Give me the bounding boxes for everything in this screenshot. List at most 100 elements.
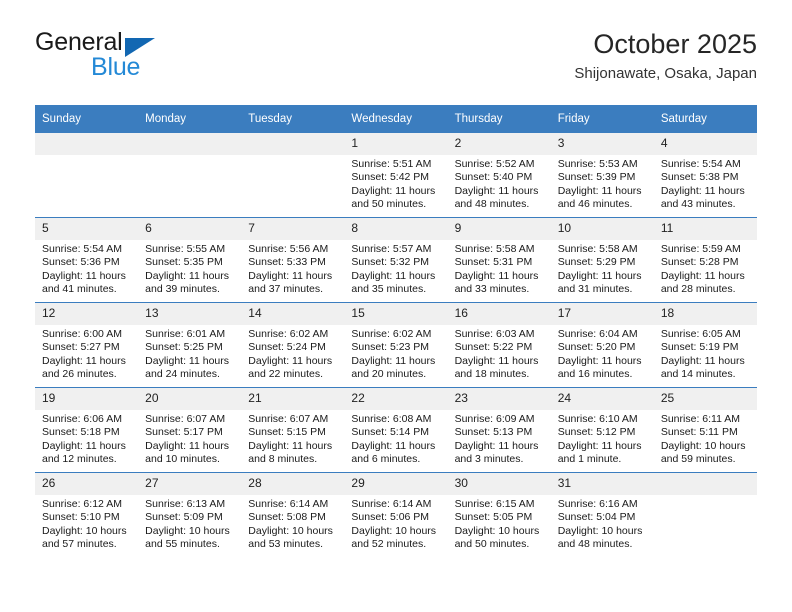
calendar-day-cell[interactable]: 21 Sunrise: 6:07 AM Sunset: 5:15 PM Dayl… [241, 387, 345, 473]
day-details: Sunrise: 6:02 AM Sunset: 5:24 PM Dayligh… [241, 325, 344, 382]
sunrise-text: Sunrise: 6:02 AM [351, 328, 432, 340]
sunrise-text: Sunrise: 5:53 AM [557, 158, 638, 170]
sunset-text: Sunset: 5:36 PM [42, 256, 120, 269]
day-details: Sunrise: 6:04 AM Sunset: 5:20 PM Dayligh… [551, 325, 654, 382]
calendar-day-cell[interactable]: 31 Sunrise: 6:16 AM Sunset: 5:04 PM Dayl… [550, 472, 654, 557]
sunrise-text: Sunrise: 6:01 AM [145, 328, 226, 340]
weekday-header-tuesday: Tuesday [241, 105, 345, 133]
daylight-text: Daylight: 11 hours and 16 minutes. [557, 354, 642, 381]
sunset-text: Sunset: 5:23 PM [351, 341, 430, 354]
calendar-day-cell[interactable]: 9 Sunrise: 5:58 AM Sunset: 5:31 PM Dayli… [447, 217, 551, 303]
calendar-day-cell[interactable]: 6 Sunrise: 5:55 AM Sunset: 5:35 PM Dayli… [138, 217, 242, 303]
day-number: 2 [447, 133, 551, 155]
sunrise-text: Sunrise: 6:06 AM [42, 413, 122, 425]
day-number: 22 [344, 388, 448, 410]
sunrise-text: Sunrise: 6:03 AM [454, 328, 535, 340]
daylight-text: Daylight: 11 hours and 24 minutes. [145, 354, 229, 381]
day-number: 20 [138, 388, 242, 410]
calendar-day-cell[interactable]: 19 Sunrise: 6:06 AM Sunset: 5:18 PM Dayl… [35, 387, 139, 473]
calendar-day-cell[interactable]: 15 Sunrise: 6:02 AM Sunset: 5:23 PM Dayl… [344, 302, 448, 388]
page-title: October 2025 [593, 29, 757, 59]
calendar-day-cell[interactable]: 5 Sunrise: 5:54 AM Sunset: 5:36 PM Dayli… [35, 217, 139, 303]
calendar-day-cell[interactable]: 25 Sunrise: 6:11 AM Sunset: 5:11 PM Dayl… [653, 387, 757, 473]
calendar-day-cell[interactable]: 18 Sunrise: 6:05 AM Sunset: 5:19 PM Dayl… [653, 302, 757, 388]
calendar-day-cell[interactable]: 28 Sunrise: 6:14 AM Sunset: 5:08 PM Dayl… [241, 472, 345, 557]
day-details: Sunrise: 6:15 AM Sunset: 5:05 PM Dayligh… [448, 495, 551, 552]
day-details: Sunrise: 6:11 AM Sunset: 5:11 PM Dayligh… [654, 410, 757, 467]
calendar-header-row: Sunday Monday Tuesday Wednesday Thursday… [35, 105, 757, 133]
sunset-text: Sunset: 5:06 PM [351, 511, 430, 524]
day-number: 24 [550, 388, 654, 410]
calendar-day-cell[interactable]: 11 Sunrise: 5:59 AM Sunset: 5:28 PM Dayl… [653, 217, 757, 303]
daylight-text: Daylight: 10 hours and 48 minutes. [557, 524, 643, 551]
day-details: Sunrise: 6:10 AM Sunset: 5:12 PM Dayligh… [551, 410, 654, 467]
calendar-day-cell[interactable] [138, 133, 242, 218]
calendar-day-cell[interactable] [35, 133, 139, 218]
calendar-day-cell[interactable]: 7 Sunrise: 5:56 AM Sunset: 5:33 PM Dayli… [241, 217, 345, 303]
day-details: Sunrise: 6:09 AM Sunset: 5:13 PM Dayligh… [448, 410, 551, 467]
sunrise-text: Sunrise: 6:14 AM [351, 498, 432, 510]
daylight-text: Daylight: 10 hours and 52 minutes. [351, 524, 437, 551]
sunrise-text: Sunrise: 5:56 AM [248, 243, 329, 255]
sunset-text: Sunset: 5:35 PM [145, 256, 223, 269]
calendar-day-cell[interactable]: 30 Sunrise: 6:15 AM Sunset: 5:05 PM Dayl… [447, 472, 551, 557]
calendar-day-cell[interactable]: 2 Sunrise: 5:52 AM Sunset: 5:40 PM Dayli… [447, 133, 551, 218]
day-number: 27 [138, 473, 242, 495]
sunset-text: Sunset: 5:17 PM [145, 426, 223, 439]
calendar-day-cell[interactable]: 1 Sunrise: 5:51 AM Sunset: 5:42 PM Dayli… [344, 133, 448, 218]
calendar-day-cell[interactable]: 16 Sunrise: 6:03 AM Sunset: 5:22 PM Dayl… [447, 302, 551, 388]
calendar-day-cell[interactable]: 23 Sunrise: 6:09 AM Sunset: 5:13 PM Dayl… [447, 387, 551, 473]
day-details: Sunrise: 6:14 AM Sunset: 5:08 PM Dayligh… [241, 495, 344, 552]
sunrise-text: Sunrise: 6:12 AM [42, 498, 122, 510]
day-number: 3 [550, 133, 654, 155]
calendar-day-cell[interactable]: 4 Sunrise: 5:54 AM Sunset: 5:38 PM Dayli… [653, 133, 757, 218]
day-details: Sunrise: 5:51 AM Sunset: 5:42 PM Dayligh… [344, 155, 447, 212]
sunset-text: Sunset: 5:42 PM [351, 171, 430, 184]
calendar-day-cell[interactable]: 29 Sunrise: 6:14 AM Sunset: 5:06 PM Dayl… [344, 472, 448, 557]
calendar-day-cell[interactable]: 3 Sunrise: 5:53 AM Sunset: 5:39 PM Dayli… [550, 133, 654, 218]
calendar-week-row: 12 Sunrise: 6:00 AM Sunset: 5:27 PM Dayl… [35, 302, 757, 388]
day-details [138, 155, 241, 158]
calendar-day-cell[interactable]: 10 Sunrise: 5:58 AM Sunset: 5:29 PM Dayl… [550, 217, 654, 303]
day-details: Sunrise: 5:58 AM Sunset: 5:29 PM Dayligh… [551, 240, 654, 297]
sunrise-text: Sunrise: 5:54 AM [660, 158, 741, 170]
day-details: Sunrise: 6:05 AM Sunset: 5:19 PM Dayligh… [654, 325, 757, 382]
day-details: Sunrise: 6:12 AM Sunset: 5:10 PM Dayligh… [35, 495, 138, 552]
calendar-day-cell[interactable]: 8 Sunrise: 5:57 AM Sunset: 5:32 PM Dayli… [344, 217, 448, 303]
calendar-day-cell[interactable]: 20 Sunrise: 6:07 AM Sunset: 5:17 PM Dayl… [138, 387, 242, 473]
calendar-day-cell[interactable]: 17 Sunrise: 6:04 AM Sunset: 5:20 PM Dayl… [550, 302, 654, 388]
sunrise-text: Sunrise: 5:55 AM [145, 243, 226, 255]
calendar-day-cell[interactable]: 26 Sunrise: 6:12 AM Sunset: 5:10 PM Dayl… [35, 472, 139, 557]
sunrise-text: Sunrise: 5:51 AM [351, 158, 432, 170]
day-details: Sunrise: 6:08 AM Sunset: 5:14 PM Dayligh… [344, 410, 447, 467]
calendar-day-cell[interactable]: 27 Sunrise: 6:13 AM Sunset: 5:09 PM Dayl… [138, 472, 242, 557]
calendar-day-cell[interactable]: 14 Sunrise: 6:02 AM Sunset: 5:24 PM Dayl… [241, 302, 345, 388]
daylight-text: Daylight: 11 hours and 50 minutes. [351, 184, 436, 211]
calendar-day-cell[interactable]: 24 Sunrise: 6:10 AM Sunset: 5:12 PM Dayl… [550, 387, 654, 473]
day-number: 1 [344, 133, 448, 155]
weekday-header-wednesday: Wednesday [344, 105, 448, 133]
sunset-text: Sunset: 5:11 PM [660, 426, 738, 439]
day-details [35, 155, 138, 158]
sunset-text: Sunset: 5:08 PM [248, 511, 326, 524]
day-number: 14 [241, 303, 345, 325]
sunset-text: Sunset: 5:22 PM [454, 341, 533, 354]
calendar-day-cell[interactable]: 13 Sunrise: 6:01 AM Sunset: 5:25 PM Dayl… [138, 302, 242, 388]
calendar-day-cell[interactable]: 12 Sunrise: 6:00 AM Sunset: 5:27 PM Dayl… [35, 302, 139, 388]
day-details: Sunrise: 6:16 AM Sunset: 5:04 PM Dayligh… [551, 495, 654, 552]
calendar-day-cell[interactable] [241, 133, 345, 218]
sunset-text: Sunset: 5:25 PM [145, 341, 223, 354]
day-details: Sunrise: 5:59 AM Sunset: 5:28 PM Dayligh… [654, 240, 757, 297]
day-number: 17 [550, 303, 654, 325]
sunset-text: Sunset: 5:19 PM [660, 341, 739, 354]
day-number: 29 [344, 473, 448, 495]
calendar-day-cell[interactable]: 22 Sunrise: 6:08 AM Sunset: 5:14 PM Dayl… [344, 387, 448, 473]
daylight-text: Daylight: 11 hours and 8 minutes. [248, 439, 333, 466]
sunset-text: Sunset: 5:10 PM [42, 511, 120, 524]
weekday-header-saturday: Saturday [653, 105, 757, 133]
day-details: Sunrise: 6:07 AM Sunset: 5:15 PM Dayligh… [241, 410, 344, 467]
daylight-text: Daylight: 11 hours and 6 minutes. [351, 439, 436, 466]
day-details [241, 155, 344, 158]
calendar-day-cell[interactable] [653, 472, 757, 557]
day-number: 10 [550, 218, 654, 240]
